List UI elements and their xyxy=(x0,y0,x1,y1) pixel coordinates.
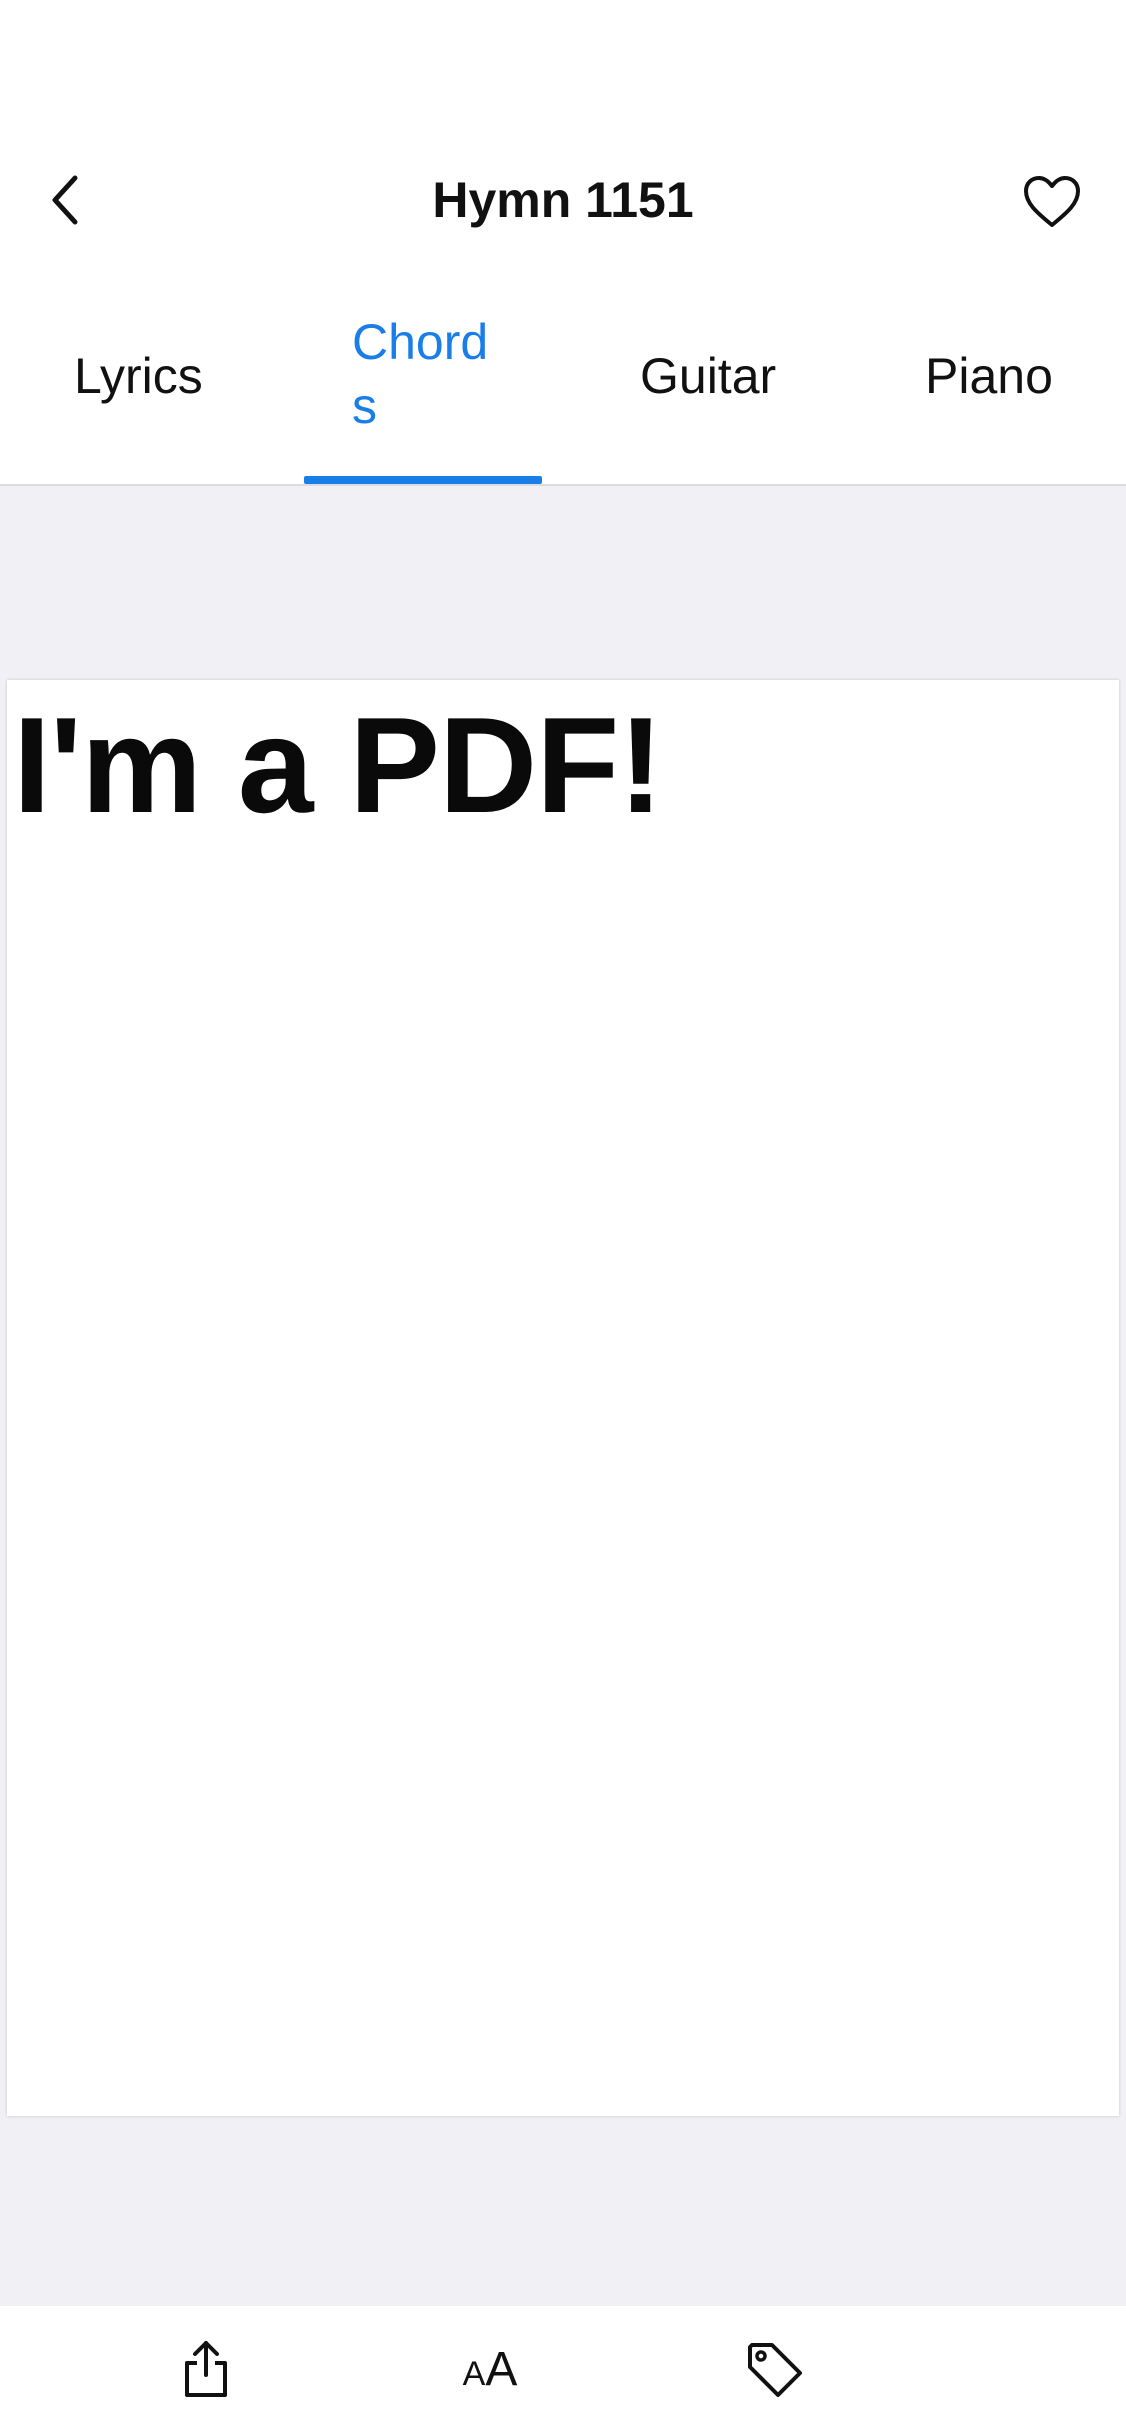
document-viewer[interactable]: I'm a PDF! xyxy=(0,486,1126,2306)
tab-label: Piano xyxy=(925,348,1053,404)
hymn-detail-screen: Hymn 1151 Lyrics Chord s Guitar Piano I'… xyxy=(0,0,1126,2436)
text-size-icon: AA xyxy=(462,2342,518,2396)
pdf-text: I'm a PDF! xyxy=(13,689,664,841)
pdf-page: I'm a PDF! xyxy=(7,680,1119,2116)
tab-guitar[interactable]: Guitar xyxy=(610,300,810,484)
page-title: Hymn 1151 xyxy=(432,172,694,228)
text-size-button[interactable]: AA xyxy=(452,2331,528,2407)
share-icon xyxy=(185,2341,227,2397)
chevron-left-icon xyxy=(52,175,78,225)
share-button[interactable] xyxy=(168,2331,244,2407)
bottom-toolbar: AA xyxy=(0,2306,1126,2436)
tag-icon xyxy=(748,2343,802,2397)
tab-chords[interactable]: Chord s xyxy=(304,300,542,484)
tab-label: Chord s xyxy=(352,314,489,434)
navigation-bar: Hymn 1151 xyxy=(0,140,1126,260)
status-bar-area xyxy=(0,0,1126,140)
active-tab-indicator xyxy=(304,476,542,484)
favorite-button[interactable] xyxy=(1015,165,1089,239)
tag-button[interactable] xyxy=(736,2331,812,2407)
tab-bar: Lyrics Chord s Guitar Piano xyxy=(0,300,1126,486)
tab-lyrics[interactable]: Lyrics xyxy=(40,300,240,484)
tab-label: Guitar xyxy=(640,348,777,404)
heart-icon xyxy=(1024,176,1080,227)
tab-label: Lyrics xyxy=(74,348,203,404)
tab-piano[interactable]: Piano xyxy=(900,300,1100,484)
back-button[interactable] xyxy=(30,165,100,235)
